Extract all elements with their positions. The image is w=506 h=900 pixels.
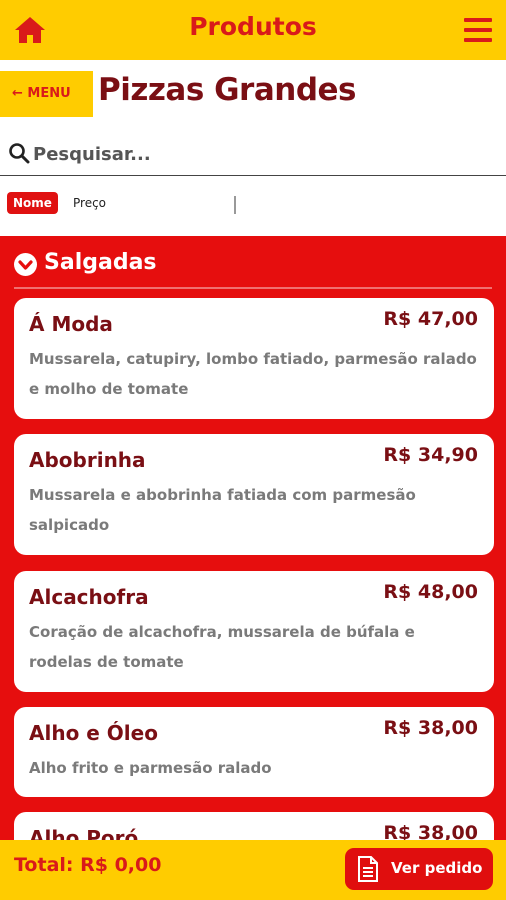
product-description: Alho frito e parmesão ralado bbox=[29, 759, 272, 777]
product-name: Alho e Óleo bbox=[29, 721, 158, 745]
product-description: Mussarela, catupiry, lombo fatiado, parm… bbox=[29, 350, 477, 398]
category-name: Salgadas bbox=[44, 250, 157, 275]
product-card[interactable]: Alcachofra R$ 48,00 Coração de alcachofr… bbox=[14, 571, 494, 692]
product-price: R$ 34,90 bbox=[383, 444, 478, 466]
product-name: Abobrinha bbox=[29, 448, 146, 472]
sort-by-price-button[interactable]: Preço bbox=[73, 196, 106, 210]
product-card[interactable]: Á Moda R$ 47,00 Mussarela, catupiry, lom… bbox=[14, 298, 494, 419]
product-description: Coração de alcachofra, mussarela de búfa… bbox=[29, 623, 415, 671]
menu-back-button[interactable]: ← MENU bbox=[0, 71, 93, 117]
product-description: Mussarela e abobrinha fatiada com parmes… bbox=[29, 486, 416, 534]
product-price: R$ 38,00 bbox=[383, 717, 478, 739]
sort-options: Nome Preço bbox=[0, 186, 506, 236]
product-price: R$ 38,00 bbox=[383, 822, 478, 840]
product-name: Á Moda bbox=[29, 312, 113, 336]
category-divider bbox=[14, 287, 492, 289]
top-bar: Produtos bbox=[0, 0, 506, 60]
hamburger-menu-icon[interactable] bbox=[464, 18, 492, 44]
bottom-bar: Total: R$ 0,00 Ver pedido bbox=[0, 840, 506, 900]
product-card[interactable]: Abobrinha R$ 34,90 Mussarela e abobrinha… bbox=[14, 434, 494, 555]
product-price: R$ 48,00 bbox=[383, 581, 478, 603]
search-icon bbox=[9, 143, 30, 164]
product-list: Salgadas Á Moda R$ 47,00 Mussarela, catu… bbox=[0, 236, 506, 840]
order-total: Total: R$ 0,00 bbox=[14, 854, 162, 876]
sort-divider bbox=[234, 196, 236, 214]
chevron-down-icon bbox=[14, 253, 37, 276]
product-name: Alcachofra bbox=[29, 585, 149, 609]
product-price: R$ 47,00 bbox=[383, 308, 478, 330]
product-name: Alho Poró bbox=[29, 826, 139, 840]
product-card[interactable]: Alho Poró R$ 38,00 bbox=[14, 812, 494, 840]
sort-by-name-button[interactable]: Nome bbox=[7, 192, 58, 214]
document-icon bbox=[358, 856, 378, 882]
view-order-button[interactable]: Ver pedido bbox=[345, 848, 493, 890]
header-title: Produtos bbox=[189, 12, 317, 41]
search-bar bbox=[0, 134, 506, 176]
search-input[interactable] bbox=[33, 140, 493, 168]
product-card[interactable]: Alho e Óleo R$ 38,00 Alho frito e parmes… bbox=[14, 707, 494, 797]
view-order-label: Ver pedido bbox=[391, 859, 483, 877]
page-title: Pizzas Grandes bbox=[98, 72, 356, 108]
